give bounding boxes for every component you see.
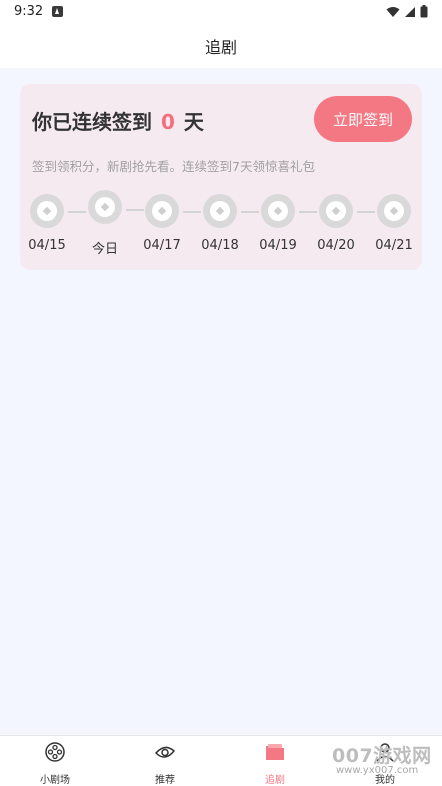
day-label: 04/17	[143, 238, 181, 253]
day-label: 04/20	[317, 238, 355, 253]
day-item-today: 今日	[75, 190, 135, 257]
checkin-subtitle: 签到领积分，新剧抢先看。连续签到7天领惊喜礼包	[32, 159, 315, 174]
signal-icon	[405, 6, 415, 17]
day-label: 今日	[91, 242, 118, 257]
coin-icon	[30, 194, 64, 228]
coin-icon	[203, 194, 237, 228]
tab-label: 追剧	[265, 775, 285, 786]
checkin-title-prefix: 你已连续签到	[32, 110, 152, 134]
page-title: 追剧	[204, 38, 237, 57]
status-time: 9:32	[14, 4, 44, 19]
day-label: 04/19	[259, 238, 297, 253]
day-item: 04/17	[132, 194, 192, 253]
battery-icon	[420, 5, 428, 18]
day-item: 04/15	[17, 194, 77, 253]
notification-app-icon	[52, 6, 63, 17]
day-item: 04/19	[248, 194, 308, 253]
day-label: 04/18	[201, 238, 239, 253]
day-label: 04/21	[375, 238, 413, 253]
checkin-card: 你已连续签到 0 天 立即签到 签到领积分，新剧抢先看。连续签到7天领惊喜礼包 …	[20, 84, 422, 270]
coin-icon	[261, 194, 295, 228]
folder-icon	[266, 744, 284, 760]
tab-recommend[interactable]: 推荐	[125, 741, 205, 786]
tab-label: 推荐	[155, 775, 175, 786]
tab-label: 小剧场	[40, 775, 70, 786]
eye-icon	[154, 746, 176, 758]
coin-icon	[377, 194, 411, 228]
film-reel-icon	[45, 742, 65, 762]
checkin-days-count: 0	[160, 110, 175, 134]
tab-theater[interactable]: 小剧场	[15, 741, 95, 786]
checkin-title: 你已连续签到 0 天	[32, 106, 204, 135]
day-item: 04/21	[364, 194, 424, 253]
status-bar: 9:32	[0, 0, 442, 24]
checkin-now-button[interactable]: 立即签到	[314, 96, 412, 142]
day-item: 04/20	[306, 194, 366, 253]
wifi-icon	[386, 6, 400, 17]
top-header: 追剧	[0, 24, 442, 68]
coin-icon	[319, 194, 353, 228]
watermark-url: www.yx007.com	[336, 765, 419, 776]
coin-icon	[145, 194, 179, 228]
checkin-title-suffix: 天	[183, 110, 204, 134]
coin-icon	[88, 190, 122, 224]
watermark-logo: 007游戏网	[332, 745, 432, 767]
tab-following[interactable]: 追剧	[235, 741, 315, 786]
day-item: 04/18	[190, 194, 250, 253]
status-icons	[386, 5, 428, 18]
day-label: 04/15	[28, 238, 66, 253]
